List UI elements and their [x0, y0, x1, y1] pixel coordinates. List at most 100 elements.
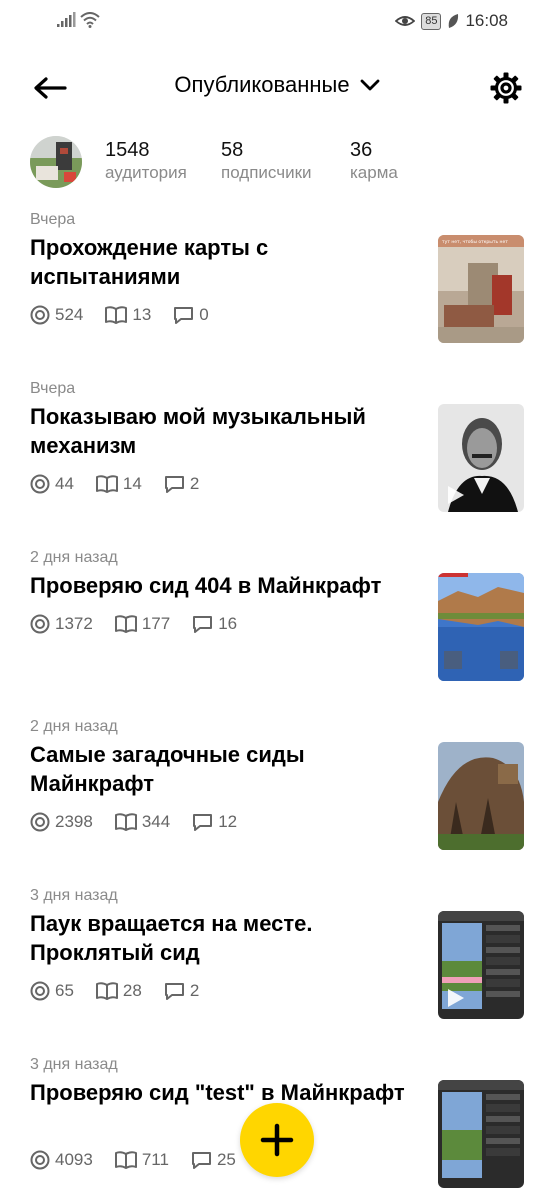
stat-karma-label: карма — [350, 163, 398, 182]
feed-item[interactable]: 2 дня назад Проверяю сид 404 в Майнкрафт… — [30, 549, 524, 699]
feed-item[interactable]: Вчера Показываю мой музыкальный механизм… — [30, 380, 524, 530]
item-title[interactable]: Прохождение карты с испытаниями — [30, 233, 420, 291]
thumbnail-image: тут нет, чтобы открыть нет — [438, 235, 524, 343]
reads-count: 344 — [141, 812, 171, 831]
thumbnail-image — [438, 742, 524, 850]
comments-count: 0 — [199, 305, 209, 324]
views-count: 1372 — [55, 614, 93, 633]
reads-count: 13 — [132, 305, 152, 324]
comment-icon — [164, 475, 184, 493]
comment-icon — [164, 982, 184, 1000]
reads-stat: 14 — [95, 474, 142, 494]
comments-stat: 12 — [192, 812, 237, 832]
leaf-icon — [449, 14, 459, 28]
thumbnail-image — [438, 1080, 524, 1188]
thumbnail-image — [438, 573, 524, 681]
item-thumbnail[interactable]: тут нет, чтобы открыть нет — [438, 235, 524, 343]
book-icon — [114, 813, 137, 831]
comment-icon — [193, 615, 213, 633]
gear-icon — [490, 72, 522, 104]
item-date: Вчера — [30, 380, 76, 397]
reads-stat: 711 — [114, 1150, 169, 1170]
reads-count: 711 — [141, 1150, 169, 1169]
stat-subscribers-value: 58 — [221, 139, 244, 161]
item-stats: 44 14 2 — [30, 474, 221, 494]
battery-indicator: 85 — [421, 12, 442, 30]
comments-stat: 2 — [164, 981, 199, 1001]
views-stat: 2398 — [30, 812, 93, 832]
item-date: 2 дня назад — [30, 718, 118, 735]
status-right: 85 16:08 — [395, 11, 508, 31]
views-stat: 4093 — [30, 1150, 93, 1170]
feed-item[interactable]: Вчера Прохождение карты с испытаниями 52… — [30, 211, 524, 361]
reads-stat: 344 — [114, 812, 171, 832]
views-stat: 1372 — [30, 614, 93, 634]
comments-stat: 16 — [192, 614, 237, 634]
avatar-image — [30, 136, 82, 188]
feed-item[interactable]: 3 дня назад Паук вращается на месте. Про… — [30, 887, 524, 1037]
item-stats: 65 28 2 — [30, 981, 221, 1001]
play-icon — [448, 486, 464, 504]
status-left — [56, 12, 100, 28]
item-thumbnail[interactable] — [438, 1080, 524, 1188]
item-title[interactable]: Показываю мой музыкальный механизм — [30, 402, 420, 460]
item-date: 3 дня назад — [30, 887, 118, 904]
stat-subscribers-label: подписчики — [221, 163, 312, 182]
item-date: Вчера — [30, 211, 76, 228]
status-time: 16:08 — [465, 11, 508, 30]
item-title[interactable]: Самые загадочные сиды Майнкрафт — [30, 740, 420, 798]
eye-icon — [30, 812, 50, 832]
add-post-button[interactable] — [240, 1103, 314, 1177]
feed-item[interactable]: 2 дня назад Самые загадочные сиды Майнкр… — [30, 718, 524, 868]
comments-count: 16 — [218, 614, 238, 633]
chevron-down-icon — [360, 79, 379, 91]
page-title: Опубликованные — [174, 72, 350, 97]
settings-button[interactable] — [488, 70, 524, 106]
views-stat: 524 — [30, 305, 83, 325]
comment-icon — [193, 813, 213, 831]
item-title[interactable]: Паук вращается на месте. Проклятый сид — [30, 909, 420, 967]
views-count: 4093 — [55, 1150, 93, 1169]
item-thumbnail[interactable] — [438, 573, 524, 681]
stat-audience: 1548 аудитория — [105, 138, 187, 184]
avatar[interactable] — [30, 136, 82, 188]
eye-comfort-icon — [395, 16, 416, 26]
stat-subscribers: 58 подписчики — [221, 138, 312, 184]
item-title[interactable]: Проверяю сид "test" в Майнкрафт — [30, 1078, 420, 1107]
book-icon — [105, 306, 128, 324]
comments-stat: 0 — [173, 305, 209, 325]
profile-stats: 1548 аудитория 58 подписчики 36 карма — [30, 134, 530, 188]
eye-icon — [30, 1150, 50, 1170]
book-icon — [95, 475, 118, 493]
thumbnail-caption: тут нет, чтобы открыть нет — [442, 239, 508, 245]
views-stat: 65 — [30, 981, 74, 1001]
book-icon — [114, 615, 137, 633]
item-thumbnail[interactable] — [438, 742, 524, 850]
eye-icon — [30, 305, 50, 325]
item-thumbnail[interactable] — [438, 404, 524, 512]
plus-icon — [260, 1123, 294, 1157]
comments-count: 12 — [218, 812, 238, 831]
comment-icon — [174, 306, 194, 324]
item-stats: 4093 711 25 — [30, 1150, 258, 1170]
views-count: 65 — [55, 981, 74, 1000]
comments-stat: 25 — [191, 1150, 236, 1170]
views-count: 44 — [55, 474, 74, 493]
reads-stat: 177 — [114, 614, 170, 634]
item-thumbnail[interactable] — [438, 911, 524, 1019]
eye-icon — [30, 981, 50, 1001]
eye-icon — [30, 474, 50, 494]
views-count: 2398 — [55, 812, 93, 831]
header: Опубликованные — [0, 62, 554, 116]
comments-stat: 2 — [164, 474, 199, 494]
eye-icon — [30, 614, 50, 634]
reads-count: 28 — [122, 981, 142, 1000]
reads-stat: 28 — [95, 981, 142, 1001]
play-icon — [448, 989, 464, 1007]
item-date: 3 дня назад — [30, 1056, 118, 1073]
stat-audience-value: 1548 — [105, 139, 150, 161]
item-title[interactable]: Проверяю сид 404 в Майнкрафт — [30, 571, 420, 600]
views-stat: 44 — [30, 474, 74, 494]
stat-karma: 36 карма — [350, 138, 398, 184]
title-dropdown[interactable]: Опубликованные — [0, 72, 554, 98]
